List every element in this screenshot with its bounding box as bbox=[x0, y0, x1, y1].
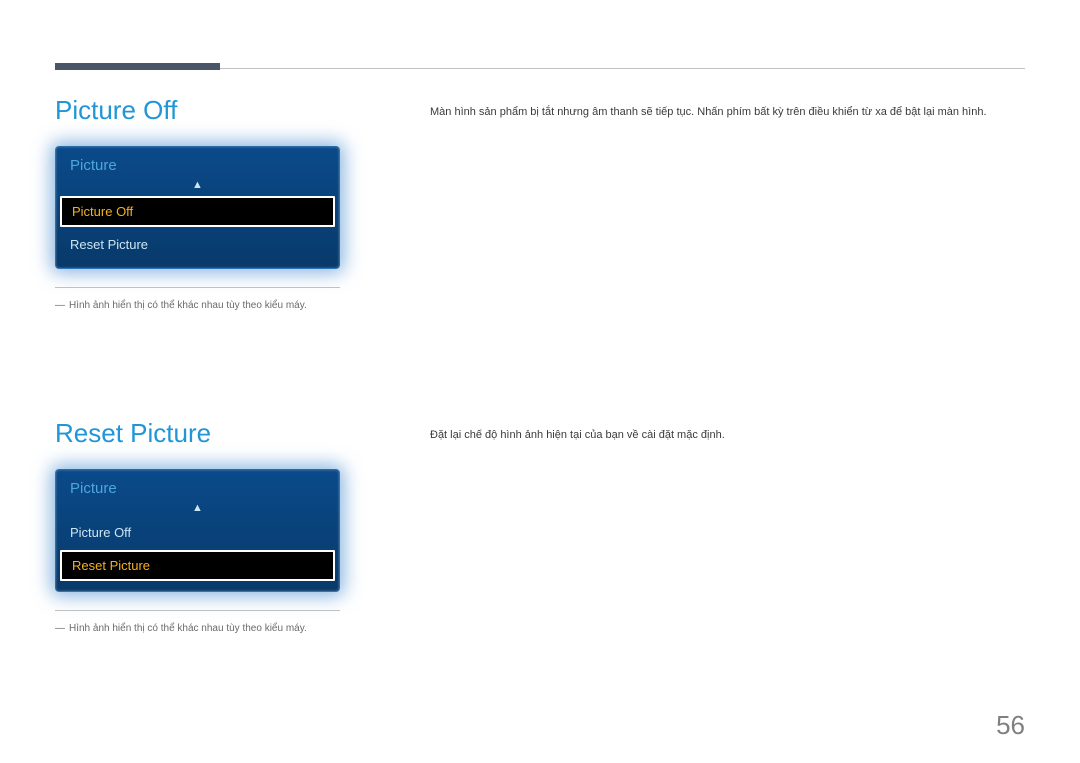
note-text: ―Hình ảnh hiển thị có thể khác nhau tùy … bbox=[55, 298, 385, 313]
section-reset-picture: Reset Picture Picture ▲ Picture Off Rese… bbox=[55, 418, 1025, 636]
chevron-up-icon: ▲ bbox=[56, 503, 339, 517]
section-title: Picture Off bbox=[55, 95, 385, 126]
section-description: Màn hình sản phẩm bị tắt nhưng âm thanh … bbox=[430, 103, 1025, 122]
menu-item-picture-off[interactable]: Picture Off bbox=[56, 517, 339, 548]
section-left-column: Reset Picture Picture ▲ Picture Off Rese… bbox=[55, 418, 385, 636]
section-title: Reset Picture bbox=[55, 418, 385, 449]
note-divider bbox=[55, 287, 340, 288]
osd-menu-picture-off: Picture ▲ Picture Off Reset Picture bbox=[55, 146, 340, 269]
menu-item-reset-picture[interactable]: Reset Picture bbox=[56, 229, 339, 260]
section-description: Đặt lại chế độ hình ảnh hiện tại của bạn… bbox=[430, 426, 1025, 445]
note-divider bbox=[55, 610, 340, 611]
section-right-column: Màn hình sản phẩm bị tắt nhưng âm thanh … bbox=[430, 95, 1025, 313]
page-number: 56 bbox=[996, 710, 1025, 741]
section-left-column: Picture Off Picture ▲ Picture Off Reset … bbox=[55, 95, 385, 313]
chevron-up-icon: ▲ bbox=[56, 180, 339, 194]
menu-item-reset-picture[interactable]: Reset Picture bbox=[60, 550, 335, 581]
section-right-column: Đặt lại chế độ hình ảnh hiện tại của bạn… bbox=[430, 418, 1025, 636]
note-text: ―Hình ảnh hiển thị có thể khác nhau tùy … bbox=[55, 621, 385, 636]
section-picture-off: Picture Off Picture ▲ Picture Off Reset … bbox=[55, 95, 1025, 313]
menu-item-picture-off[interactable]: Picture Off bbox=[60, 196, 335, 227]
osd-menu-reset-picture: Picture ▲ Picture Off Reset Picture bbox=[55, 469, 340, 592]
menu-header: Picture bbox=[56, 147, 339, 180]
header-accent-bar bbox=[55, 63, 220, 70]
menu-header: Picture bbox=[56, 470, 339, 503]
